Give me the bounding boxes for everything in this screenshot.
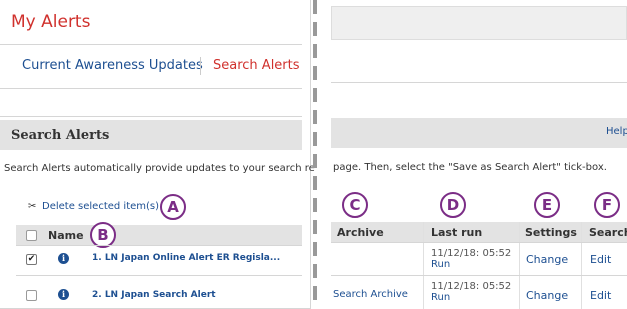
col-sep-3	[581, 222, 582, 309]
spacer-divider	[0, 116, 302, 117]
row-2-info-icon[interactable]: i	[58, 289, 69, 300]
splice-divider-12	[313, 242, 317, 256]
splice-divider-11	[313, 220, 317, 234]
column-header-last-run: Last run	[431, 226, 483, 239]
splice-divider-4	[313, 66, 317, 80]
tab-search-alerts[interactable]: Search Alerts	[213, 58, 300, 73]
col-sep-1	[423, 222, 424, 309]
column-header-settings: Settings	[525, 226, 577, 239]
delete-icon[interactable]: ✂	[28, 201, 36, 212]
right-description: page. Then, select the "Save as Search A…	[333, 162, 607, 173]
row-2-checkbox[interactable]	[26, 290, 37, 301]
row-1-edit-link[interactable]: Edit	[590, 253, 611, 266]
right-row-divider-1	[331, 242, 627, 243]
tabs-divider	[0, 88, 302, 89]
splice-divider-5	[313, 88, 317, 102]
callout-f: F	[594, 192, 620, 218]
tab-separator	[200, 57, 201, 75]
help-link[interactable]: Help	[606, 126, 627, 137]
splice-divider-2	[313, 22, 317, 36]
callout-a: A	[160, 194, 186, 220]
tab-current-awareness[interactable]: Current Awareness Updates	[22, 58, 203, 73]
right-divider-1	[331, 82, 627, 83]
left-row-divider-1	[16, 245, 302, 246]
row-1-alert-name[interactable]: 1. LN Japan Online Alert ER Regisla...	[92, 253, 280, 263]
splice-divider-14	[313, 286, 317, 300]
row-1-change-link[interactable]: Change	[526, 253, 568, 266]
splice-divider-10	[313, 198, 317, 212]
splice-divider-6	[313, 110, 317, 124]
row-1-checkbox[interactable]: ✔	[26, 254, 37, 265]
row-2-edit-link[interactable]: Edit	[590, 289, 611, 302]
row-1-last-run: 11/12/18: 05:52	[431, 248, 512, 259]
row-2-archive-link[interactable]: Search Archive	[333, 289, 408, 300]
row-2-run-link[interactable]: Run	[431, 292, 450, 303]
column-header-archive: Archive	[337, 226, 384, 239]
title-divider	[0, 44, 302, 45]
splice-divider-7	[313, 132, 317, 146]
left-description: Search Alerts automatically provide upda…	[4, 163, 315, 174]
row-2-last-run: 11/12/18: 05:52	[431, 281, 512, 292]
splice-divider-9	[313, 176, 317, 190]
column-header-name: Name	[48, 229, 84, 242]
page-title: My Alerts	[11, 12, 91, 32]
col-sep-2	[519, 222, 520, 309]
row-2-alert-name[interactable]: 2. LN Japan Search Alert	[92, 290, 216, 300]
column-header-search: Search	[589, 226, 627, 239]
select-all-checkbox[interactable]	[26, 230, 37, 241]
splice-divider-1	[313, 0, 317, 14]
row-1-info-icon[interactable]: i	[58, 253, 69, 264]
splice-divider-3	[313, 44, 317, 58]
splice-divider-8	[313, 154, 317, 168]
left-row-divider-2	[16, 275, 302, 276]
right-section-header	[331, 118, 627, 148]
right-row-divider-2	[331, 275, 627, 276]
callout-d: D	[440, 192, 466, 218]
section-title: Search Alerts	[11, 128, 110, 143]
callout-e: E	[534, 192, 560, 218]
row-1-run-link[interactable]: Run	[431, 259, 450, 270]
delete-selected-link[interactable]: Delete selected item(s)	[42, 201, 159, 212]
row-2-change-link[interactable]: Change	[526, 289, 568, 302]
splice-divider-13	[313, 264, 317, 278]
right-top-banner	[331, 6, 627, 40]
callout-c: C	[342, 192, 368, 218]
